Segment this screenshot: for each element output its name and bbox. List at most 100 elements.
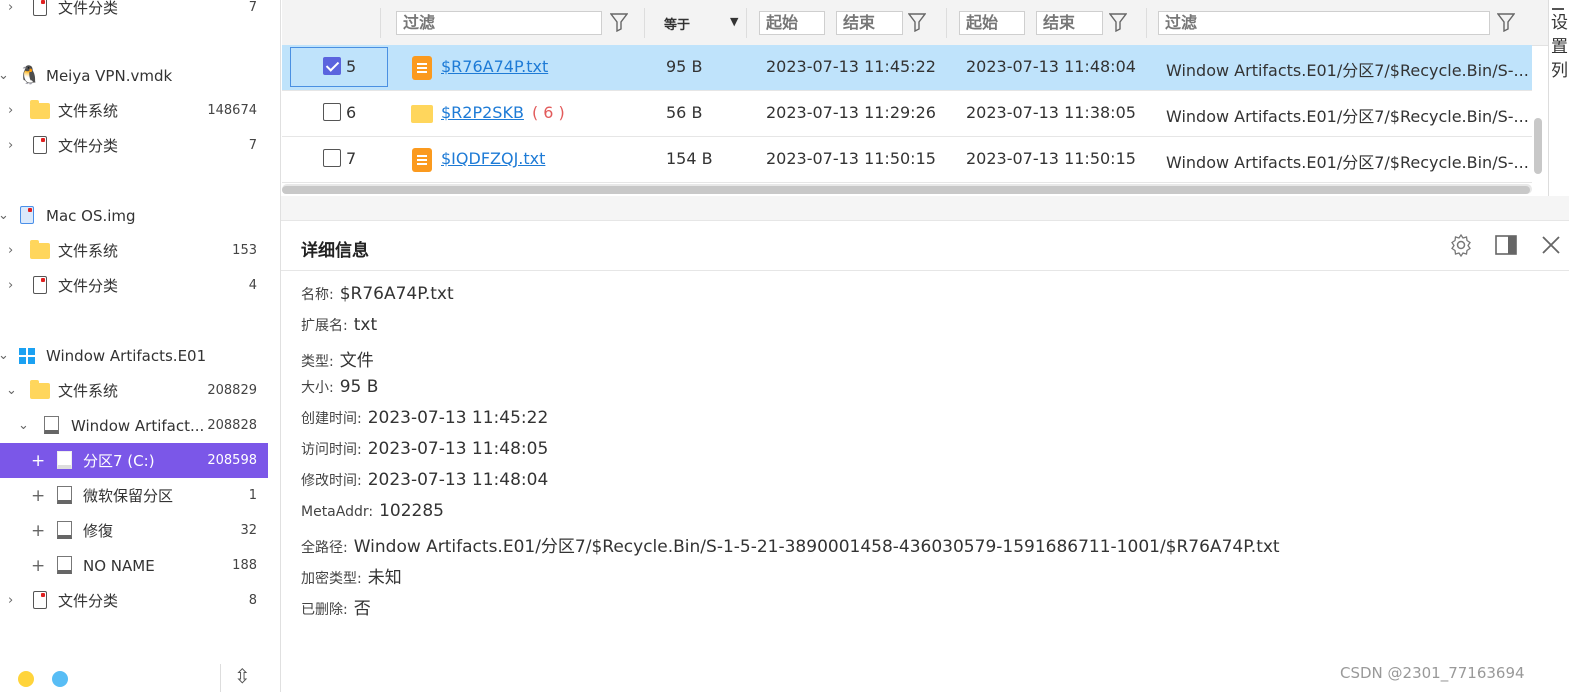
- close-icon[interactable]: [1539, 233, 1563, 257]
- filter-icon[interactable]: [610, 12, 628, 32]
- chevron-right-icon[interactable]: ›: [8, 278, 13, 293]
- menu-icon[interactable]: [1552, 0, 1564, 10]
- filter-icon[interactable]: [1109, 12, 1127, 32]
- tree-item-volume[interactable]: ⌄ Window Artifact... 208828: [0, 408, 268, 443]
- column-separator[interactable]: [380, 8, 381, 38]
- tree-item-evidence-meiya[interactable]: ⌄ 🐧 Meiya VPN.vmdk: [0, 58, 268, 93]
- created-time: 2023-07-13 11:29:26: [766, 103, 936, 122]
- folder-name-link[interactable]: $R2P2SKB: [441, 103, 524, 122]
- tree-item-evidence-window-artifacts[interactable]: ⌄ Window Artifacts.E01: [0, 338, 268, 373]
- tree-item-label: 文件系统: [58, 102, 119, 120]
- modified-end-input[interactable]: 结束: [1036, 11, 1103, 35]
- chevron-down-icon[interactable]: ⌄: [0, 68, 9, 83]
- created-end-input[interactable]: 结束: [836, 11, 903, 35]
- filter-icon[interactable]: [908, 12, 926, 32]
- file-path: Window Artifacts.E01/分区7/$Recycle.Bin/S-…: [1166, 61, 1529, 80]
- tree-item-file-category[interactable]: › 文件分类 7: [0, 0, 268, 25]
- created-time: 2023-07-13 11:50:15: [766, 149, 936, 168]
- table-row[interactable]: 7 $IQDFZQJ.txt 154 B 2023-07-13 11:50:15…: [282, 137, 1532, 183]
- tree-item-file-category[interactable]: › 文件分类 7: [0, 128, 268, 163]
- dropdown-arrow-icon[interactable]: ▼: [730, 15, 738, 28]
- panel-layout-icon[interactable]: [1494, 233, 1518, 257]
- table-row[interactable]: 6 $R2P2SKB ( 6 ) 56 B 2023-07-13 11:29:26…: [282, 91, 1532, 137]
- expand-plus-icon[interactable]: +: [31, 521, 45, 541]
- disk-image-icon: [20, 206, 34, 224]
- detail-field-full-path: 全路径: Window Artifacts.E01/分区7/$Recycle.Bi…: [301, 537, 1280, 557]
- row-checkbox[interactable]: [323, 103, 341, 121]
- status-dot-blue[interactable]: [52, 671, 68, 687]
- column-separator[interactable]: [644, 8, 645, 38]
- path-filter-input[interactable]: 过滤: [1158, 11, 1490, 35]
- name-filter-input[interactable]: 过滤: [396, 11, 602, 35]
- tree-item-count: 188: [232, 558, 257, 573]
- child-count-badge: ( 6 ): [531, 103, 565, 122]
- tree-item-partition-noname[interactable]: + NO NAME 188: [0, 548, 268, 583]
- vertical-scrollbar-thumb[interactable]: [1534, 118, 1542, 174]
- tree-item-evidence-macos[interactable]: ⌄ Mac OS.img: [0, 198, 268, 233]
- created-time: 2023-07-13 11:45:22: [766, 57, 936, 76]
- row-checkbox[interactable]: [323, 57, 341, 75]
- disk-icon: [44, 416, 59, 434]
- detail-header: 详细信息: [281, 221, 1569, 271]
- gear-icon[interactable]: [1449, 233, 1473, 257]
- horizontal-scrollbar-thumb[interactable]: [282, 186, 1530, 194]
- tree-item-partition-reserved[interactable]: + 微软保留分区 1: [0, 478, 268, 513]
- tree-item-label: 微软保留分区: [83, 487, 174, 505]
- status-dot-yellow[interactable]: [18, 671, 34, 687]
- tree-item-label: 文件系统: [58, 382, 119, 400]
- row-index: 7: [346, 149, 357, 168]
- disk-icon: [57, 451, 72, 469]
- table-row[interactable]: 5 $R76A74P.txt 95 B 2023-07-13 11:45:22 …: [282, 45, 1532, 91]
- modified-start-input[interactable]: 起始: [959, 11, 1025, 35]
- file-grid: 过滤 等于 ▼ 起始 结束 起始 结束 过滤 5 $R76A74P.txt 95…: [282, 0, 1548, 196]
- watermark: CSDN @2301_77163694: [1340, 664, 1525, 682]
- tree-item-partition-recovery[interactable]: + 修復 32: [0, 513, 268, 548]
- detail-field-name: 名称: $R76A74P.txt: [301, 284, 454, 304]
- tree-item-filesystem[interactable]: › 文件系统 148674: [0, 93, 268, 128]
- windows-icon: [19, 348, 35, 364]
- tree-item-count: 148674: [207, 103, 257, 118]
- tree-item-label: 分区7 (C:): [83, 452, 155, 470]
- collapse-all-icon[interactable]: ⇳: [234, 664, 251, 688]
- row-checkbox[interactable]: [323, 149, 341, 167]
- expand-plus-icon[interactable]: +: [31, 486, 45, 506]
- column-settings-panel[interactable]: 设 置 列: [1548, 0, 1569, 196]
- tree-item-partition-7[interactable]: + 分区7 (C:) 208598: [0, 443, 268, 478]
- tree-item-count: 208828: [207, 418, 257, 433]
- chevron-right-icon[interactable]: ›: [8, 138, 13, 153]
- tree-item-count: 208598: [207, 453, 257, 468]
- chevron-right-icon[interactable]: ›: [8, 0, 13, 15]
- chevron-down-icon[interactable]: ⌄: [18, 418, 29, 433]
- chevron-right-icon[interactable]: ›: [8, 243, 13, 258]
- file-name-link[interactable]: $R76A74P.txt: [441, 57, 548, 76]
- chevron-down-icon[interactable]: ⌄: [0, 208, 9, 223]
- column-separator[interactable]: [746, 8, 747, 38]
- column-separator[interactable]: [946, 8, 947, 38]
- expand-plus-icon[interactable]: +: [31, 556, 45, 576]
- tree-item-label: Meiya VPN.vmdk: [46, 66, 173, 85]
- tree-item-file-category[interactable]: › 文件分类 4: [0, 268, 268, 303]
- size-operator-select[interactable]: 等于: [664, 14, 690, 33]
- filter-icon[interactable]: [1497, 12, 1515, 32]
- modified-time: 2023-07-13 11:50:15: [966, 149, 1136, 168]
- created-start-input[interactable]: 起始: [759, 11, 825, 35]
- disk-icon: [57, 556, 72, 574]
- folder-icon: [411, 105, 433, 123]
- tree-item-count: 8: [248, 593, 257, 608]
- tree-item-filesystem[interactable]: ⌄ 文件系统 208829: [0, 373, 268, 408]
- chevron-right-icon[interactable]: ›: [8, 593, 13, 608]
- tree-item-file-category[interactable]: › 文件分类 8: [0, 583, 268, 618]
- column-separator[interactable]: [1146, 8, 1147, 38]
- tree-item-label: Window Artifacts.E01: [46, 346, 207, 365]
- folder-icon: [30, 240, 50, 259]
- chevron-down-icon[interactable]: ⌄: [6, 383, 17, 398]
- file-name-link[interactable]: $IQDFZQJ.txt: [441, 149, 545, 168]
- detail-field-metaaddr: MetaAddr: 102285: [301, 501, 444, 521]
- chevron-right-icon[interactable]: ›: [8, 103, 13, 118]
- panel-splitter[interactable]: [281, 196, 1569, 220]
- disk-icon: [57, 521, 72, 539]
- tree-item-label: 文件分类: [58, 277, 119, 295]
- chevron-down-icon[interactable]: ⌄: [0, 348, 9, 363]
- tree-item-filesystem[interactable]: › 文件系统 153: [0, 233, 268, 268]
- expand-plus-icon[interactable]: +: [31, 451, 45, 471]
